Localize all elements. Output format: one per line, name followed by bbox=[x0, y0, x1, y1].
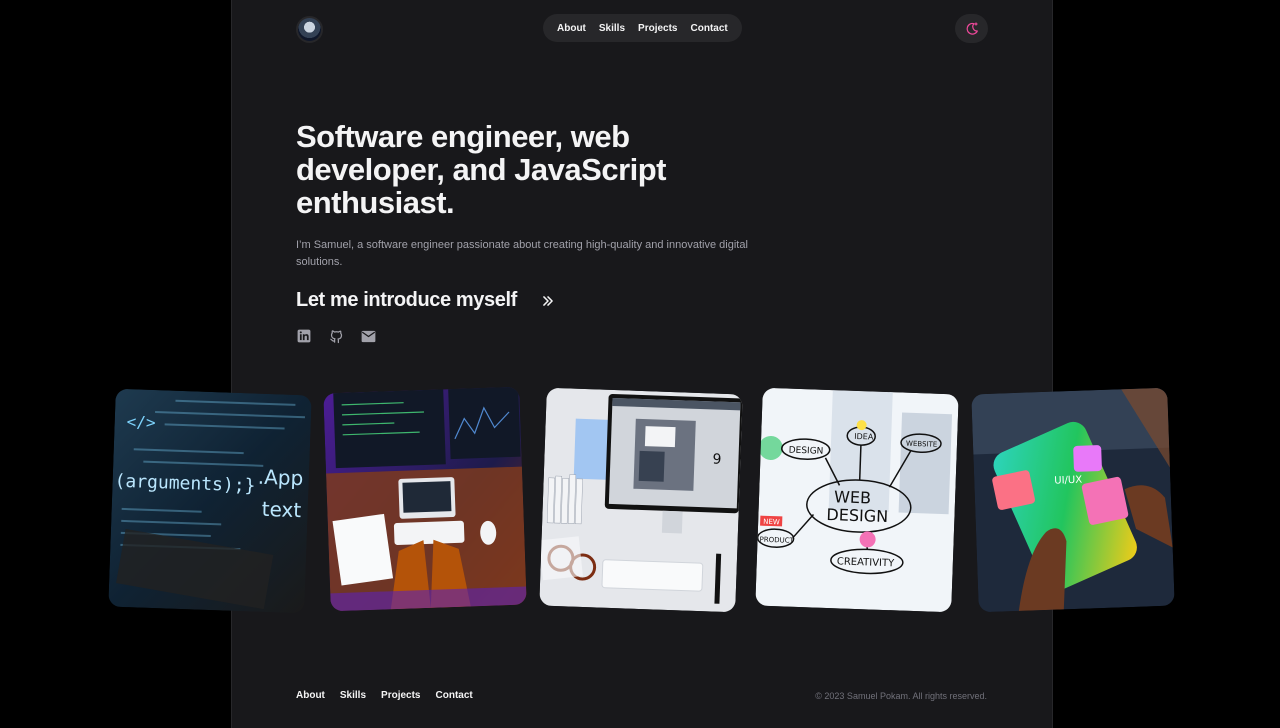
gallery-photo-desk bbox=[323, 386, 527, 612]
footer-link-contact[interactable]: Contact bbox=[436, 690, 473, 701]
content-panel bbox=[231, 0, 1053, 728]
sketch-idea-label: IDEA bbox=[854, 432, 874, 442]
hero-section: Software engineer, web developer, and Ja… bbox=[296, 120, 756, 344]
moon-icon bbox=[966, 21, 978, 35]
sketch-product-label: PRODUCT bbox=[759, 536, 794, 545]
sketch-website-label: WEBSITE bbox=[906, 440, 937, 449]
email-link[interactable] bbox=[360, 328, 376, 344]
hero-description: I’m Samuel, a software engineer passiona… bbox=[296, 239, 748, 268]
mail-icon bbox=[361, 330, 375, 342]
nav-skills[interactable]: Skills bbox=[599, 23, 625, 34]
double-chevron-right-icon bbox=[543, 295, 553, 306]
linkedin-link[interactable] bbox=[296, 328, 312, 344]
main-nav: About Skills Projects Contact bbox=[543, 14, 742, 42]
code-text-text: text bbox=[261, 497, 301, 522]
sketch-design-label: DESIGN bbox=[789, 446, 824, 457]
nav-contact[interactable]: Contact bbox=[691, 23, 728, 34]
sketch-new-label: NEW bbox=[763, 518, 780, 527]
photo-gallery: </> (arguments);} .App text 9 DESIGN IDE… bbox=[0, 386, 1280, 618]
github-link[interactable] bbox=[328, 328, 344, 344]
site-footer: About Skills Projects Contact © 2023 Sam… bbox=[296, 690, 988, 706]
gallery-photo-web-design: DESIGN IDEA WEBSITE WEB DESIGN CREATIVIT… bbox=[755, 387, 959, 613]
site-header: About Skills Projects Contact bbox=[296, 14, 988, 44]
github-icon bbox=[329, 329, 342, 343]
introduce-label: Let me introduce myself bbox=[296, 289, 517, 311]
gallery-photo-code: </> (arguments);} .App text bbox=[108, 388, 312, 614]
monitor-number-text: 9 bbox=[712, 451, 721, 467]
footer-link-about[interactable]: About bbox=[296, 690, 325, 701]
sketch-creativity-label: CREATIVITY bbox=[837, 556, 896, 569]
gallery-photo-monitor: 9 bbox=[539, 387, 743, 613]
linkedin-icon bbox=[297, 329, 311, 343]
social-links bbox=[296, 328, 756, 344]
introduce-link[interactable]: Let me introduce myself bbox=[296, 289, 756, 312]
sketch-design-big-label: DESIGN bbox=[826, 505, 888, 526]
gallery-photo-mobile: UI/UX bbox=[971, 387, 1175, 613]
copyright-text: © 2023 Samuel Pokam. All rights reserved… bbox=[815, 691, 987, 701]
code-symbol-text: </> bbox=[126, 412, 156, 432]
page-title: Software engineer, web developer, and Ja… bbox=[296, 119, 667, 220]
footer-link-projects[interactable]: Projects bbox=[381, 690, 420, 701]
avatar[interactable] bbox=[296, 16, 323, 43]
nav-about[interactable]: About bbox=[557, 23, 586, 34]
ui-ux-label: UI/UX bbox=[1054, 475, 1082, 487]
footer-link-skills[interactable]: Skills bbox=[340, 690, 366, 701]
code-app-text: .App bbox=[257, 465, 303, 491]
theme-toggle-button[interactable] bbox=[955, 14, 988, 43]
nav-projects[interactable]: Projects bbox=[638, 23, 677, 34]
